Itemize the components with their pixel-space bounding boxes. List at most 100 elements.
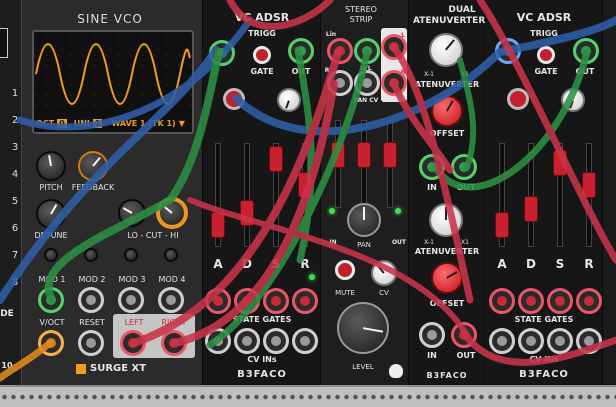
mod4-label: MOD 4 [158, 275, 186, 284]
feedback-knob[interactable] [78, 151, 108, 181]
release-gate-jack[interactable] [292, 288, 318, 314]
adsr2-depth-knob[interactable] [561, 88, 585, 112]
adsr2-in-jack[interactable] [495, 38, 521, 64]
hi-cut-knob[interactable] [158, 199, 186, 227]
adsr2-out-jack[interactable] [573, 38, 599, 64]
attack-cv-jack[interactable] [205, 328, 231, 354]
in-2-jack[interactable] [419, 322, 445, 348]
gate-mode-button-2[interactable] [507, 88, 529, 110]
feedback-label: FEEDBACK [71, 183, 115, 192]
decay-gate-jack-2[interactable] [518, 288, 544, 314]
sustain-slider[interactable] [269, 146, 283, 172]
in-level-label: IN [329, 239, 337, 246]
decay-slider-track [244, 143, 250, 247]
detune-knob[interactable] [36, 199, 66, 229]
eq-low-slider[interactable] [331, 142, 345, 168]
mod2-jack[interactable] [78, 287, 104, 313]
offset-2-knob[interactable] [431, 262, 463, 294]
release-slider[interactable] [298, 172, 312, 198]
mod4-jack[interactable] [158, 287, 184, 313]
dual-atenuverter-title-2: ATENUVERTER [413, 16, 486, 26]
eq-high-slider[interactable] [383, 142, 397, 168]
mute-button[interactable] [335, 260, 355, 280]
sustain-gate-jack-2[interactable] [547, 288, 573, 314]
side-number: 7 [11, 250, 19, 261]
mod1-jack[interactable] [38, 287, 64, 313]
pan-cv-jack[interactable] [354, 70, 380, 96]
lo-cut-knob[interactable] [118, 199, 146, 227]
eq-mid-slider[interactable] [357, 142, 371, 168]
left-out-jack[interactable] [120, 330, 146, 356]
release-cv-jack-2[interactable] [576, 328, 602, 354]
decay-gate-jack[interactable] [234, 288, 260, 314]
trigg-button-2[interactable] [537, 46, 555, 64]
lo-cut-hi-label: LO - CUT - HI [127, 231, 179, 240]
atenuverter-1-knob[interactable] [429, 33, 463, 67]
decay-slider[interactable] [240, 200, 254, 226]
sustain-gate-jack[interactable] [263, 288, 289, 314]
pitch-knob[interactable] [36, 151, 66, 181]
out-1-jack[interactable] [451, 154, 477, 180]
uni-value[interactable]: 1 [92, 118, 103, 128]
stereo-strip-title-2: STRIP [349, 15, 373, 24]
detune-label: DETUNE [34, 231, 68, 240]
mute-label: MUTE [335, 289, 355, 297]
side-number: 8 [11, 277, 19, 288]
right-out-jack[interactable] [161, 330, 187, 356]
release-gate-jack-2[interactable] [576, 288, 602, 314]
adsr1-in-jack[interactable] [209, 40, 235, 66]
stereo-strip-title-1: STEREO [345, 5, 377, 14]
atenuverter-1-label: ATENUVERTER [414, 80, 480, 89]
l-in-jack[interactable] [327, 38, 353, 64]
attack-slider-2[interactable] [495, 212, 509, 238]
attack-cv-jack-2[interactable] [489, 328, 515, 354]
sustain-cv-jack[interactable] [263, 328, 289, 354]
lvl-jack[interactable] [354, 38, 380, 64]
sustain-cv-jack-2[interactable] [547, 328, 573, 354]
adsr1-out-jack[interactable] [288, 38, 314, 64]
surge-logo-icon [76, 364, 86, 374]
befaco-brand: B3FACO [237, 369, 287, 380]
befaco-brand-2: B3FACO [426, 371, 468, 380]
left-label: LEFT [124, 318, 144, 327]
voct-jack[interactable] [38, 330, 64, 356]
left-edge-display [0, 28, 8, 58]
r-out-jack[interactable] [381, 70, 407, 96]
gate-mode-button[interactable] [223, 88, 245, 110]
mod3-jack[interactable] [118, 287, 144, 313]
trigg-button[interactable] [253, 46, 271, 64]
skull-icon [389, 364, 403, 378]
pan-knob[interactable] [347, 203, 381, 237]
oct-value[interactable]: 0 [57, 118, 67, 128]
atenuverter-2-label: ATENUVERTER [414, 247, 480, 256]
attack-gate-jack[interactable] [205, 288, 231, 314]
vc-adsr-1-title: VC ADSR [234, 11, 290, 24]
decay-slider-2[interactable] [524, 196, 538, 222]
r-in-jack[interactable] [327, 70, 353, 96]
mod4-knob[interactable] [164, 248, 178, 262]
gate-label: GATE [250, 67, 274, 76]
dropdown-triangle-icon[interactable]: ▼ [179, 119, 185, 128]
attack-slider[interactable] [211, 212, 225, 238]
mod1-knob[interactable] [44, 248, 58, 262]
in-1-jack[interactable] [419, 154, 445, 180]
sustain-slider-2[interactable] [553, 150, 567, 176]
reset-jack[interactable] [78, 330, 104, 356]
release-cv-jack[interactable] [292, 328, 318, 354]
decay-cv-jack[interactable] [234, 328, 260, 354]
cv-knob[interactable] [371, 260, 397, 286]
l-out-jack[interactable] [381, 34, 407, 60]
release-slider-2[interactable] [582, 172, 596, 198]
mod3-knob[interactable] [124, 248, 138, 262]
decay-cv-jack-2[interactable] [518, 328, 544, 354]
atenuverter-2-knob[interactable] [429, 203, 463, 237]
offset-1-knob[interactable] [431, 95, 463, 127]
hi-cut-knob-pointer [163, 205, 173, 214]
level-knob[interactable] [337, 302, 389, 354]
adsr2-depth-knob-pointer [569, 99, 574, 109]
adsr1-depth-knob[interactable] [277, 88, 301, 112]
attack-gate-jack-2[interactable] [489, 288, 515, 314]
out-2-jack[interactable] [451, 322, 477, 348]
wave-selector[interactable]: WAVE 1 (TK 1) [111, 119, 175, 128]
mod2-knob[interactable] [84, 248, 98, 262]
